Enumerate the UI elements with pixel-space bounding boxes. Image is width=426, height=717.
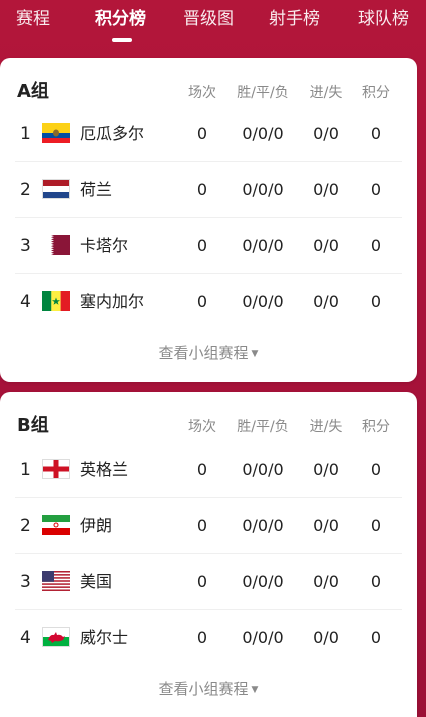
rank: 4 [20,292,31,312]
played-value: 0 [196,628,208,647]
goals-value: 0/0 [313,180,339,199]
rank: 3 [20,236,31,256]
wdl-value: 0/0/0 [242,460,284,479]
qatar-flag-icon [42,235,70,255]
points-value: 0 [370,124,382,143]
points-value: 0 [370,628,382,647]
group-b-card: B组 场次 胜/平/负 进/失 积分 1 英格兰 0 0/0/0 0/0 0 2… [0,392,417,717]
rank: 2 [20,180,31,200]
team-name: 美国 [80,572,113,591]
team-name: 英格兰 [80,460,129,479]
table-row[interactable]: 1 厄瓜多尔 0 0/0/0 0/0 0 [0,106,417,162]
wdl-value: 0/0/0 [242,572,284,591]
team-name: 威尔士 [80,628,129,647]
view-group-schedule-label: 查看小组赛程 [158,344,249,362]
column-header-wdl: 胜/平/负 [237,85,289,101]
tab-schedule[interactable]: 赛程 [16,6,50,32]
wdl-value: 0/0/0 [242,516,284,535]
team-name: 厄瓜多尔 [80,124,145,143]
column-header-points: 积分 [362,85,390,101]
wdl-value: 0/0/0 [242,180,284,199]
caret-down-icon: ▼ [251,685,259,695]
rank: 4 [20,628,31,648]
table-row[interactable]: 3 美国 0 0/0/0 0/0 0 [0,554,417,610]
goals-value: 0/0 [313,572,339,591]
points-value: 0 [370,292,382,311]
goals-value: 0/0 [313,460,339,479]
column-header-played: 场次 [188,85,216,101]
team-name: 伊朗 [80,516,113,535]
active-tab-indicator [112,38,132,42]
tab-bracket[interactable]: 晋级图 [183,6,234,32]
group-title: B组 [17,415,49,436]
table-row[interactable]: 4 塞内加尔 0 0/0/0 0/0 0 [0,274,417,330]
points-value: 0 [370,180,382,199]
group-a-card: A组 场次 胜/平/负 进/失 积分 1 厄瓜多尔 0 0/0/0 0/0 0 … [0,58,417,382]
goals-value: 0/0 [313,124,339,143]
played-value: 0 [196,180,208,199]
view-group-schedule-link[interactable]: 查看小组赛程 ▼ [0,343,417,364]
top-tab-bar: 赛程 积分榜 晋级图 射手榜 球队榜 [0,0,426,56]
points-value: 0 [370,572,382,591]
team-name: 塞内加尔 [80,292,145,311]
group-title: A组 [17,81,49,102]
table-row[interactable]: 4 威尔士 0 0/0/0 0/0 0 [0,610,417,666]
ecuador-flag-icon [42,123,70,143]
wdl-value: 0/0/0 [242,292,284,311]
table-row[interactable]: 3 卡塔尔 0 0/0/0 0/0 0 [0,218,417,274]
wdl-value: 0/0/0 [242,628,284,647]
england-flag-icon [42,459,70,479]
played-value: 0 [196,572,208,591]
table-row[interactable]: 2 伊朗 0 0/0/0 0/0 0 [0,498,417,554]
played-value: 0 [196,124,208,143]
column-header-goals: 进/失 [309,419,343,435]
points-value: 0 [370,460,382,479]
tab-top-scorers[interactable]: 射手榜 [269,6,320,32]
played-value: 0 [196,292,208,311]
view-group-schedule-label: 查看小组赛程 [158,680,249,698]
column-header-goals: 进/失 [309,85,343,101]
caret-down-icon: ▼ [251,349,259,359]
goals-value: 0/0 [313,628,339,647]
team-name: 卡塔尔 [80,236,129,255]
points-value: 0 [370,236,382,255]
goals-value: 0/0 [313,292,339,311]
column-header-played: 场次 [188,419,216,435]
rank: 2 [20,516,31,536]
rank: 3 [20,572,31,592]
wdl-value: 0/0/0 [242,124,284,143]
view-group-schedule-link[interactable]: 查看小组赛程 ▼ [0,679,417,700]
played-value: 0 [196,460,208,479]
iran-flag-icon [42,515,70,535]
table-row[interactable]: 1 英格兰 0 0/0/0 0/0 0 [0,442,417,498]
played-value: 0 [196,236,208,255]
column-header-points: 积分 [362,419,390,435]
rank: 1 [20,460,31,480]
column-header-wdl: 胜/平/负 [237,419,289,435]
tab-team-rankings[interactable]: 球队榜 [358,6,409,32]
team-name: 荷兰 [80,180,113,199]
tab-standings[interactable]: 积分榜 [95,6,146,32]
rank: 1 [20,124,31,144]
points-value: 0 [370,516,382,535]
senegal-flag-icon [42,291,70,311]
wdl-value: 0/0/0 [242,236,284,255]
netherlands-flag-icon [42,179,70,199]
usa-flag-icon [42,571,70,591]
wales-flag-icon [42,627,70,647]
goals-value: 0/0 [313,516,339,535]
table-row[interactable]: 2 荷兰 0 0/0/0 0/0 0 [0,162,417,218]
goals-value: 0/0 [313,236,339,255]
played-value: 0 [196,516,208,535]
